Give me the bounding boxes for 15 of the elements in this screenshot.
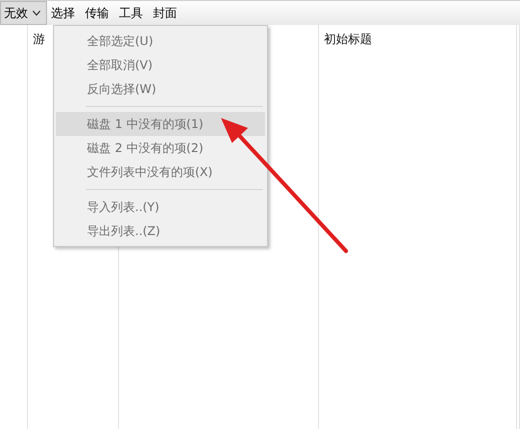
menu-option[interactable]: 导出列表..(Z) (56, 219, 265, 243)
menu-item[interactable]: 封面 (149, 1, 183, 25)
menu-option[interactable]: 磁盘 2 中没有的项(2) (56, 136, 265, 160)
menu-item[interactable]: 工具 (115, 1, 149, 25)
chevron-icon (32, 10, 41, 16)
menu-option[interactable]: 全部选定(U) (56, 29, 265, 53)
menu-option[interactable]: 反向选择(W) (56, 77, 265, 101)
menu-option[interactable]: 全部取消(V) (56, 53, 265, 77)
menu-option[interactable]: 导入列表..(Y) (56, 195, 265, 219)
menu-option[interactable]: 磁盘 1 中没有的项(1) (56, 112, 265, 136)
column-header[interactable]: 初始标题 (319, 31, 516, 48)
menu-item[interactable]: 选择 (47, 1, 81, 25)
menu-option[interactable]: 文件列表中没有的项(X) (56, 160, 265, 184)
menu-item[interactable]: 传输 (81, 1, 115, 25)
menu-item[interactable]: 无效 (0, 1, 47, 25)
